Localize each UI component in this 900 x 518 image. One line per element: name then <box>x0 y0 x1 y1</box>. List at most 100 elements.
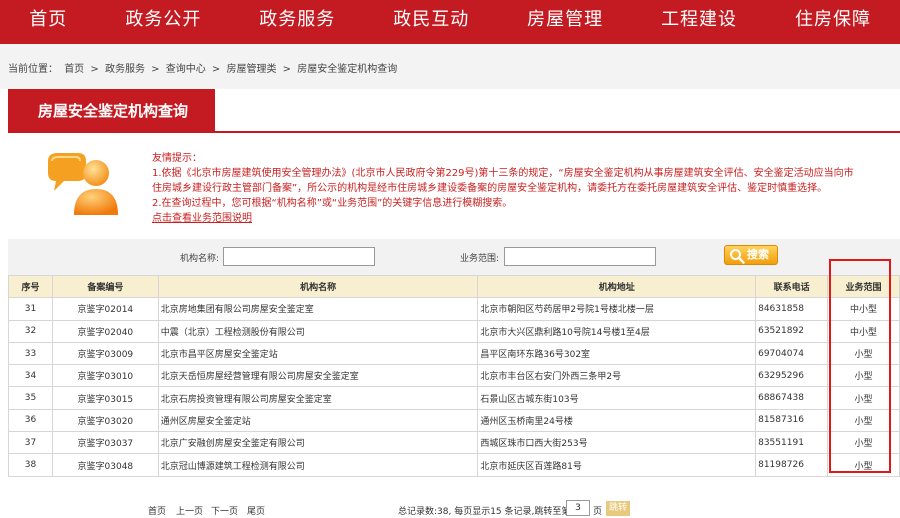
table-row: 31 京鉴字02014 北京房地集团有限公司房屋安全鉴定室 北京市朝阳区芍药居甲… <box>8 297 900 321</box>
breadcrumb-label: 当前位置： <box>8 64 58 75</box>
cell-record-no: 京鉴字03048 <box>51 453 159 477</box>
pager-summary: 总记录数:38, 每页显示15 条记录,跳转至第 <box>398 507 571 517</box>
cell-index: 31 <box>8 297 53 321</box>
cell-org-name: 通州区房屋安全鉴定站 <box>157 408 479 433</box>
breadcrumb-query-center[interactable]: 查询中心 <box>166 64 206 75</box>
cell-record-no: 京鉴字03010 <box>51 364 159 388</box>
cell-org-address: 北京市延庆区百莲路81号 <box>477 453 757 477</box>
pager-last[interactable]: 尾页 <box>247 504 265 517</box>
header-record-no: 备案编号 <box>51 274 159 299</box>
cell-index: 36 <box>8 408 53 433</box>
header-org-address: 机构地址 <box>477 274 757 299</box>
cell-record-no: 京鉴字02014 <box>51 297 159 321</box>
cell-org-address: 北京市丰台区右安门外西三条甲2号 <box>477 364 757 388</box>
notice-line-3: 2.在查询过程中，您可根据“机构名称”或“业务范围”的关键字信息进行模糊搜索。 <box>152 198 513 209</box>
pager-first[interactable]: 首页 <box>148 504 166 517</box>
nav-government-affairs[interactable]: 政务公开 <box>96 0 230 44</box>
cell-org-address: 西城区珠市口西大街253号 <box>477 431 757 455</box>
name-label: 机构名称: <box>180 254 220 264</box>
table-row: 38 京鉴字03048 北京冠山博源建筑工程检测有限公司 北京市延庆区百莲路81… <box>8 453 900 477</box>
page-number-input[interactable]: 3 <box>566 500 590 516</box>
cell-org-name: 中震（北京）工程检测股份有限公司 <box>157 319 479 343</box>
search-button[interactable]: 搜索 <box>724 245 778 265</box>
cell-org-name: 北京市昌平区房屋安全鉴定站 <box>157 341 479 366</box>
nav-housing-management[interactable]: 房屋管理 <box>498 0 632 44</box>
cell-org-name: 北京房地集团有限公司房屋安全鉴定室 <box>157 297 479 321</box>
cell-phone: 68867438 <box>755 386 829 410</box>
cell-phone: 63521892 <box>755 319 829 343</box>
notice-line-1: 1.依据《北京市房屋建筑使用安全管理办法》(北京市人民政府令第229号)第十三条… <box>152 168 854 179</box>
notice-panel: 友情提示： 1.依据《北京市房屋建筑使用安全管理办法》(北京市人民政府令第229… <box>152 151 897 226</box>
nav-housing-security[interactable]: 住房保障 <box>766 0 900 44</box>
top-nav: 首页 政务公开 政务服务 政民互动 房屋管理 工程建设 住房保障 <box>0 0 900 44</box>
table-row: 37 京鉴字03037 北京广安融创房屋安全鉴定有限公司 西城区珠市口西大街25… <box>8 431 900 455</box>
table-header-row: 序号 备案编号 机构名称 机构地址 联系电话 业务范围 <box>8 274 900 299</box>
scope-input[interactable] <box>504 247 656 266</box>
cell-phone: 81587316 <box>755 408 829 433</box>
name-input[interactable] <box>223 247 375 266</box>
cell-index: 37 <box>8 431 53 455</box>
breadcrumb-home[interactable]: 首页 <box>64 64 84 75</box>
pagination: 首页 上一页 下一页 尾页 总记录数:38, 每页显示15 条记录,跳转至第 3… <box>0 500 900 518</box>
pager-prev[interactable]: 上一页 <box>176 504 203 517</box>
title-divider <box>215 131 900 133</box>
table-row: 33 京鉴字03009 北京市昌平区房屋安全鉴定站 昌平区南环东路36号302室… <box>8 341 900 366</box>
cell-org-name: 北京石房投资管理有限公司房屋安全鉴定室 <box>157 386 479 410</box>
go-button[interactable]: 跳转 <box>606 501 630 516</box>
cell-phone: 63295296 <box>755 364 829 388</box>
magnifier-icon <box>730 249 745 264</box>
user-help-icon <box>46 151 120 217</box>
scope-description-link[interactable]: 点击查看业务范围说明 <box>152 213 252 224</box>
nav-home[interactable]: 首页 <box>0 0 96 44</box>
breadcrumb-housing-category[interactable]: 房屋管理类 <box>226 64 276 75</box>
breadcrumb-services[interactable]: 政务服务 <box>105 64 145 75</box>
header-org-name: 机构名称 <box>157 274 479 299</box>
breadcrumb: 当前位置： 首页 > 政务服务 > 查询中心 > 房屋管理类 > 房屋安全鉴定机… <box>0 44 900 89</box>
notice-heading: 友情提示： <box>152 153 202 164</box>
breadcrumb-separator: > <box>211 64 221 75</box>
header-index: 序号 <box>8 274 53 299</box>
cell-index: 34 <box>8 364 53 388</box>
breadcrumb-separator: > <box>282 64 292 75</box>
cell-record-no: 京鉴字03015 <box>51 386 159 410</box>
table-row: 36 京鉴字03020 通州区房屋安全鉴定站 通州区玉桥南里24号楼 81587… <box>8 408 900 433</box>
pager-next[interactable]: 下一页 <box>211 504 238 517</box>
nav-construction[interactable]: 工程建设 <box>632 0 766 44</box>
cell-record-no: 京鉴字02040 <box>51 319 159 343</box>
cell-record-no: 京鉴字03009 <box>51 341 159 366</box>
cell-org-address: 北京市大兴区鼎利路10号院14号楼1至4层 <box>477 319 757 343</box>
breadcrumb-current: 房屋安全鉴定机构查询 <box>297 64 398 75</box>
scope-label: 业务范围: <box>460 254 500 264</box>
breadcrumb-separator: > <box>90 64 99 75</box>
table-row: 35 京鉴字03015 北京石房投资管理有限公司房屋安全鉴定室 石景山区古城东街… <box>8 386 900 410</box>
cell-phone: 81198726 <box>755 453 829 477</box>
pager-unit: 页 <box>593 507 603 517</box>
cell-index: 33 <box>8 341 53 366</box>
table-row: 32 京鉴字02040 中震（北京）工程检测股份有限公司 北京市大兴区鼎利路10… <box>8 319 900 343</box>
breadcrumb-separator: > <box>151 64 160 75</box>
nav-public-interaction[interactable]: 政民互动 <box>364 0 498 44</box>
notice-line-2: 住房城乡建设行政主管部门备案”，所公示的机构是经市住房城乡建设委备案的房屋安全鉴… <box>152 183 828 194</box>
cell-org-name: 北京广安融创房屋安全鉴定有限公司 <box>157 431 479 455</box>
nav-government-services[interactable]: 政务服务 <box>230 0 364 44</box>
cell-org-address: 石景山区古城东街103号 <box>477 386 757 410</box>
search-button-label: 搜索 <box>747 248 769 261</box>
cell-index: 35 <box>8 386 53 410</box>
cell-org-address: 通州区玉桥南里24号楼 <box>477 408 757 433</box>
cell-index: 38 <box>8 453 53 477</box>
cell-phone: 69704074 <box>755 341 829 366</box>
cell-org-address: 昌平区南环东路36号302室 <box>477 341 757 366</box>
results-table: 序号 备案编号 机构名称 机构地址 联系电话 业务范围 31 京鉴字02014 … <box>8 274 900 477</box>
cell-phone: 83551191 <box>755 431 829 455</box>
cell-org-address: 北京市朝阳区芍药居甲2号院1号楼北楼一层 <box>477 297 757 321</box>
main-content: 房屋安全鉴定机构查询 友情提示： 1.依据《北京市房屋建筑使用安全管理办法》(北… <box>0 89 900 518</box>
cell-org-name: 北京冠山博源建筑工程检测有限公司 <box>157 453 479 477</box>
table-row: 34 京鉴字03010 北京天岳恒房屋经营管理有限公司房屋安全鉴定室 北京市丰台… <box>8 364 900 388</box>
scope-column-highlight <box>829 259 891 473</box>
page-title: 房屋安全鉴定机构查询 <box>8 89 215 133</box>
cell-record-no: 京鉴字03037 <box>51 431 159 455</box>
search-form: 机构名称: 业务范围: 搜索 <box>8 239 900 275</box>
cell-phone: 84631858 <box>755 297 829 321</box>
cell-org-name: 北京天岳恒房屋经营管理有限公司房屋安全鉴定室 <box>157 364 479 388</box>
cell-index: 32 <box>8 319 53 343</box>
